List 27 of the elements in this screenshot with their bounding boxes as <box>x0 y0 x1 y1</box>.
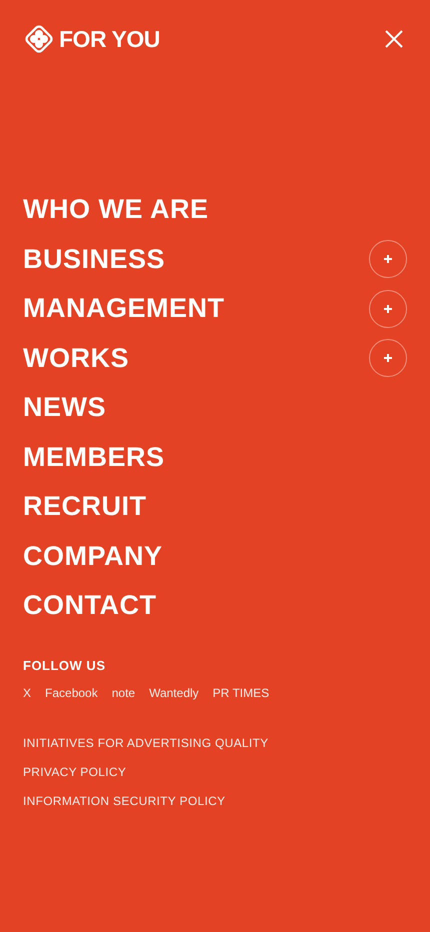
menu-link[interactable]: WHO WE ARE <box>23 196 208 224</box>
menu-link[interactable]: RECRUIT <box>23 493 146 520</box>
plus-icon <box>384 255 392 264</box>
menu-link[interactable]: BUSINESS <box>23 246 166 273</box>
social-link[interactable]: note <box>112 684 136 702</box>
menu-link[interactable]: MANAGEMENT <box>23 295 224 322</box>
policy-link[interactable]: INITIATIVES FOR ADVERTISING QUALITY <box>23 735 407 752</box>
social-link[interactable]: PR TIMES <box>212 684 270 702</box>
menu-link[interactable]: MEMBERS <box>23 444 165 471</box>
plus-icon <box>384 354 392 362</box>
expand-button[interactable] <box>369 290 407 328</box>
section-heading: FOLLOW US <box>23 656 106 674</box>
social-link[interactable]: Facebook <box>45 684 98 702</box>
expand-button[interactable] <box>369 240 407 278</box>
logo-text[interactable]: FOR YOU <box>59 28 160 50</box>
menu-link[interactable]: WORKS <box>23 344 129 372</box>
policy-link[interactable]: INFORMATION SECURITY POLICY <box>23 793 407 810</box>
menu-link[interactable]: CONTACT <box>23 592 156 620</box>
menu-link[interactable]: NEWS <box>23 394 106 422</box>
policy-link[interactable]: PRIVACY POLICY <box>23 764 407 781</box>
social-link[interactable]: Wantedly <box>149 684 199 702</box>
menu-link[interactable]: COMPANY <box>23 542 163 570</box>
plus-icon <box>384 304 392 313</box>
close-icon[interactable] <box>385 30 403 48</box>
expand-button[interactable] <box>369 339 407 378</box>
social-link[interactable]: X <box>23 684 32 702</box>
logo-icon <box>23 23 55 55</box>
